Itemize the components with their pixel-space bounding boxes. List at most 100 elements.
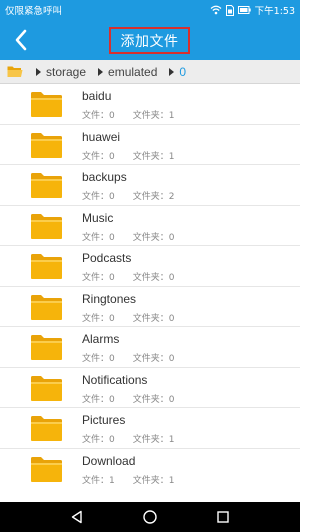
- folder-count-value: 0: [168, 232, 175, 243]
- folder-icon: [30, 415, 63, 442]
- file-list: baidu 文件：0 文件夹：1 huawei 文件：0 文件夹：1 backups 文件：0…: [0, 84, 300, 484]
- folder-icon: [30, 91, 63, 118]
- folder-count-label: 文件夹：: [132, 273, 169, 283]
- carrier-text: 仅限紧急呼叫: [5, 6, 63, 17]
- battery-icon: [237, 6, 251, 14]
- file-name: huawei: [82, 129, 121, 144]
- file-list-item[interactable]: Podcasts 文件：0 文件夹：0: [0, 246, 300, 287]
- file-count-label: 文件：: [82, 354, 110, 364]
- recents-square-icon: [217, 511, 230, 523]
- title-bar: 添加文件: [0, 20, 300, 60]
- file-count-value: 0: [109, 313, 115, 324]
- folder-count-value: 0: [168, 313, 175, 324]
- file-meta: 文件：0 文件夹：2: [82, 189, 175, 202]
- file-list-item[interactable]: huawei 文件：0 文件夹：1: [0, 125, 300, 165]
- file-count-value: 0: [109, 354, 115, 364]
- chevron-left-icon: [15, 29, 27, 51]
- file-list-item[interactable]: Download 文件：1 文件夹：1: [0, 449, 300, 485]
- file-list-item[interactable]: Ringtones 文件：0 文件夹：0: [0, 287, 300, 327]
- wifi-icon: [210, 5, 222, 15]
- file-name: Pictures: [82, 413, 126, 427]
- page-title: 添加文件: [109, 27, 190, 54]
- folder-count-value: 2: [168, 192, 175, 202]
- folder-count-value: 0: [168, 394, 175, 405]
- nav-recents-button[interactable]: [208, 502, 238, 532]
- file-meta: 文件：0 文件夹：0: [82, 351, 175, 364]
- file-meta: 文件：0 文件夹：1: [82, 108, 175, 121]
- folder-icon: [30, 213, 63, 240]
- file-name: Download: [82, 453, 136, 468]
- file-meta: 文件：0 文件夹：0: [82, 230, 175, 243]
- file-count-value: 0: [109, 394, 115, 405]
- folder-count-label: 文件夹：: [132, 192, 169, 202]
- folder-icon: [30, 294, 63, 321]
- folder-icon: [30, 253, 63, 280]
- file-count-label: 文件：: [82, 394, 110, 405]
- folder-count-label: 文件夹：: [132, 435, 169, 445]
- file-name: Music: [82, 210, 114, 225]
- folder-count-label: 文件夹：: [132, 475, 169, 485]
- file-count-label: 文件：: [82, 475, 110, 485]
- breadcrumb-home[interactable]: [7, 65, 24, 79]
- file-count-value: 0: [109, 151, 115, 162]
- file-list-item[interactable]: Music 文件：0 文件夹：0: [0, 206, 300, 246]
- folder-count-label: 文件夹：: [132, 354, 169, 364]
- back-button[interactable]: [4, 23, 38, 57]
- file-meta: 文件：0 文件夹：1: [82, 432, 175, 445]
- folder-icon: [30, 334, 63, 361]
- folder-count-value: 0: [168, 354, 175, 364]
- file-meta: 文件：0 文件夹：0: [82, 270, 175, 283]
- folder-icon: [30, 456, 63, 483]
- file-count-label: 文件：: [82, 192, 110, 202]
- file-count-value: 0: [109, 232, 115, 243]
- file-name: backups: [82, 170, 127, 184]
- file-count-label: 文件：: [82, 313, 110, 324]
- file-count-label: 文件：: [82, 435, 110, 445]
- folder-open-icon: [7, 66, 23, 77]
- folder-icon: [30, 132, 63, 159]
- home-circle-icon: [143, 510, 157, 524]
- file-list-item[interactable]: Pictures 文件：0 文件夹：1: [0, 408, 300, 449]
- file-name: Ringtones: [82, 291, 137, 306]
- status-bar: 仅限紧急呼叫 下午1:53: [0, 0, 300, 20]
- nav-back-button[interactable]: [62, 502, 92, 532]
- clock-text: 下午1:53: [254, 6, 295, 17]
- file-count-value: 0: [109, 192, 115, 202]
- app-screen: 仅限紧急呼叫 下午1:53 添加文件 storage emulated 0 ba…: [0, 0, 300, 532]
- folder-count-label: 文件夹：: [132, 394, 169, 405]
- nav-home-button[interactable]: [135, 502, 165, 532]
- breadcrumb-item-emulated[interactable]: emulated: [108, 65, 157, 79]
- folder-count-value: 0: [168, 273, 175, 283]
- file-count-value: 0: [109, 111, 115, 121]
- file-count-value: 0: [109, 435, 115, 445]
- file-list-item[interactable]: baidu 文件：0 文件夹：1: [0, 84, 300, 125]
- file-count-label: 文件：: [82, 151, 110, 162]
- folder-icon: [30, 375, 63, 402]
- file-name: Alarms: [82, 332, 120, 346]
- breadcrumb-item-storage[interactable]: storage: [46, 65, 86, 79]
- file-list-item[interactable]: Notifications 文件：0 文件夹：0: [0, 368, 300, 408]
- breadcrumb-separator-icon: [169, 67, 175, 76]
- file-name: Notifications: [82, 372, 148, 387]
- breadcrumb-current[interactable]: 0: [179, 65, 186, 79]
- breadcrumb-separator-icon: [98, 67, 104, 76]
- folder-count-label: 文件夹：: [132, 111, 169, 121]
- breadcrumb-separator-icon: [36, 67, 41, 76]
- status-icons: 下午1:53: [210, 3, 295, 17]
- folder-count-label: 文件夹：: [132, 232, 169, 243]
- file-name: baidu: [82, 89, 112, 103]
- file-name: Podcasts: [82, 251, 132, 265]
- breadcrumb: storage emulated 0: [0, 60, 300, 84]
- file-meta: 文件：0 文件夹：1: [82, 149, 175, 162]
- file-meta: 文件：0 文件夹：0: [82, 392, 175, 405]
- file-count-value: 1: [109, 475, 115, 485]
- back-triangle-icon: [71, 510, 82, 524]
- file-count-label: 文件：: [82, 273, 110, 283]
- file-count-label: 文件：: [82, 232, 110, 243]
- folder-count-value: 1: [168, 475, 175, 485]
- file-meta: 文件：0 文件夹：0: [82, 311, 175, 324]
- file-count-value: 0: [109, 273, 115, 283]
- file-list-item[interactable]: Alarms 文件：0 文件夹：0: [0, 327, 300, 368]
- folder-icon: [30, 172, 63, 199]
- file-list-item[interactable]: backups 文件：0 文件夹：2: [0, 165, 300, 206]
